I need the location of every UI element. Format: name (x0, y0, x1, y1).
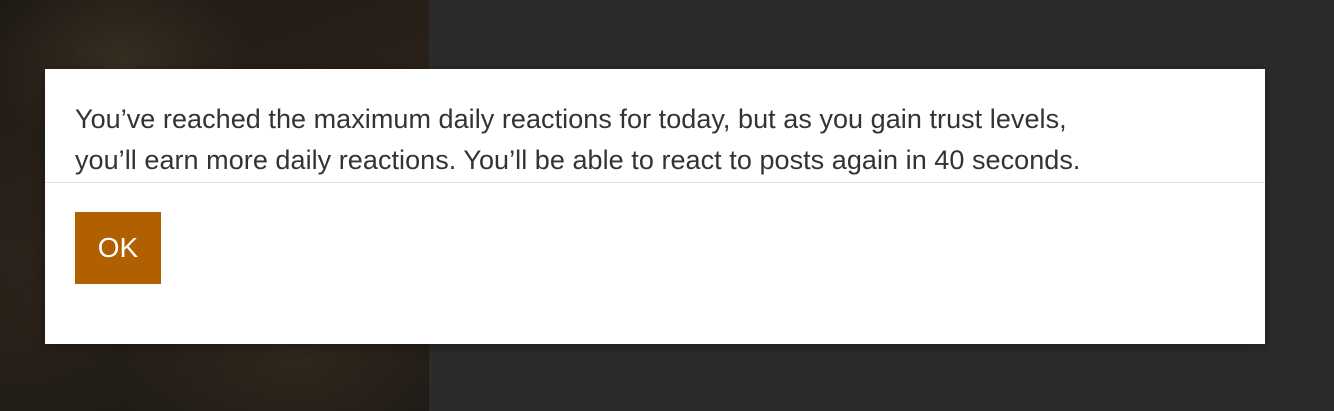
dialog-message-line-2: you’ll earn more daily reactions. You’ll… (75, 145, 1081, 175)
dialog-body: You’ve reached the maximum daily reactio… (45, 69, 1265, 183)
reaction-limit-dialog: You’ve reached the maximum daily reactio… (45, 69, 1265, 344)
dialog-message-line-1: You’ve reached the maximum daily reactio… (75, 104, 1067, 134)
dialog-footer: OK (45, 183, 1265, 284)
dialog-message: You’ve reached the maximum daily reactio… (75, 99, 1235, 181)
ok-button[interactable]: OK (75, 212, 161, 284)
